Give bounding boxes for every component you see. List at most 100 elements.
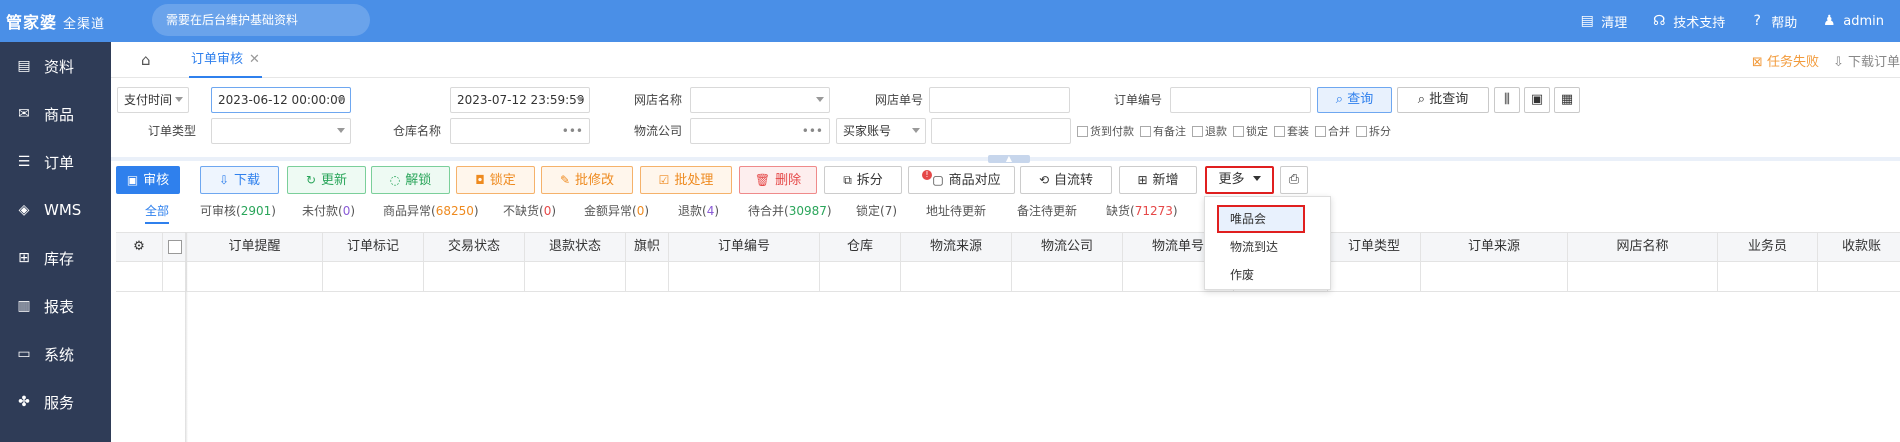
status-tab-address-update[interactable]: 地址待更新 <box>926 202 986 219</box>
column-order-no[interactable]: 订单编号 <box>669 233 820 261</box>
sidebar-item-service[interactable]: ✤ 服务 <box>0 378 111 426</box>
column-logistics-company[interactable]: 物流公司 <box>1012 233 1123 261</box>
notice-banner[interactable]: 需要在后台维护基础资料 <box>152 4 370 36</box>
auto-flow-button[interactable]: ⟲ 自流转 <box>1020 166 1112 194</box>
status-tab-refund[interactable]: 退款(4) <box>678 202 719 219</box>
column-salesperson[interactable]: 业务员 <box>1718 233 1818 261</box>
status-tab-all[interactable]: 全部 <box>145 202 170 224</box>
user-menu[interactable]: ♟ admin <box>1821 13 1884 29</box>
sidebar-item-label: 系统 <box>44 345 75 364</box>
sidebar-item-reports[interactable]: ▥ 报表 <box>0 282 111 330</box>
split-button[interactable]: ⧉ 拆分 <box>824 166 902 194</box>
status-tab-locked[interactable]: 锁定(7) <box>856 202 897 219</box>
delete-button[interactable]: 🗑 删除 <box>739 166 817 194</box>
menu-item-logistics-arrival[interactable]: 物流到达 <box>1205 233 1330 261</box>
batch-icon: ☑ <box>658 173 670 187</box>
unlock-button[interactable]: ◌ 解锁 <box>371 166 450 194</box>
column-order-mark[interactable]: 订单标记 <box>323 233 424 261</box>
update-button[interactable]: ↻ 更新 <box>287 166 366 194</box>
more-dropdown-button[interactable]: 更多 <box>1205 166 1274 194</box>
collapse-filter-handle[interactable]: ▲ <box>988 155 1030 163</box>
status-tab-product-exception[interactable]: 商品异常(68250) <box>383 202 479 219</box>
sidebar-item-system[interactable]: ▭ 系统 <box>0 330 111 378</box>
status-tab-pending-merge[interactable]: 待合并(30987) <box>748 202 832 219</box>
order-type-select[interactable] <box>211 118 351 144</box>
help-action[interactable]: ? 帮助 <box>1749 12 1798 31</box>
filter-panel: 支付时间 2023-06-12 00:00:00 至 2023-07-12 23… <box>111 78 1900 158</box>
select-all-checkbox[interactable] <box>167 240 182 254</box>
task-fail-link[interactable]: ⊠ 任务失败 <box>1752 51 1819 70</box>
table-settings-cell[interactable]: ⚙ <box>116 233 163 261</box>
select-all-cell[interactable] <box>163 233 187 261</box>
tab-label: 订单审核 <box>191 52 244 67</box>
column-settings-button[interactable]: ⫼ <box>1494 87 1520 113</box>
column-warehouse[interactable]: 仓库 <box>820 233 901 261</box>
shop-name-select[interactable] <box>690 87 830 113</box>
menu-item-void[interactable]: 作废 <box>1205 261 1330 289</box>
buyer-account-select[interactable]: 买家账号 <box>836 118 926 144</box>
batch-process-button[interactable]: ☑ 批处理 <box>640 166 732 194</box>
logistics-company-select[interactable]: ••• <box>690 118 830 144</box>
shop-order-input[interactable] <box>929 87 1070 113</box>
home-icon[interactable]: ⌂ <box>141 51 151 69</box>
tech-support-action[interactable]: ☊ 技术支持 <box>1651 12 1725 31</box>
status-tab-auditable[interactable]: 可审核(2901) <box>200 202 276 219</box>
checkbox-split[interactable]: 拆分 <box>1356 123 1391 139</box>
clean-action[interactable]: ▤ 清理 <box>1579 12 1628 31</box>
sidebar-item-products[interactable]: ✉ 商品 <box>0 90 111 138</box>
query-button[interactable]: ⌕ 查询 <box>1317 87 1392 113</box>
buyer-account-input[interactable] <box>931 118 1071 144</box>
pay-time-select[interactable]: 支付时间 <box>117 87 189 113</box>
column-order-source[interactable]: 订单来源 <box>1421 233 1568 261</box>
chevron-up-icon: ▲ <box>1005 154 1013 163</box>
column-trade-status[interactable]: 交易状态 <box>424 233 525 261</box>
close-icon[interactable]: ✕ <box>249 52 260 67</box>
status-tab-in-stock[interactable]: 不缺货(0) <box>503 202 556 219</box>
product-match-button[interactable]: ! ▢ 商品对应 <box>908 166 1015 194</box>
status-tab-unpaid[interactable]: 未付款(0) <box>302 202 355 219</box>
checkbox-locked[interactable]: 锁定 <box>1233 123 1268 139</box>
column-refund-status[interactable]: 退款状态 <box>525 233 626 261</box>
order-no-input[interactable] <box>1170 87 1311 113</box>
column-flag[interactable]: 旗帜 <box>626 233 669 261</box>
sidebar-item-label: 报表 <box>44 297 75 316</box>
add-button[interactable]: ⊞ 新增 <box>1119 166 1197 194</box>
tab-order-audit[interactable]: 订单审核 ✕ <box>189 42 262 78</box>
app-logo[interactable]: 管家婆 全渠道 <box>6 9 105 33</box>
columns-icon: ⫼ <box>1504 92 1510 107</box>
edit-icon: ✎ <box>559 173 571 187</box>
chevron-down-icon <box>816 97 824 102</box>
logistics-company-label: 物流公司 <box>634 124 683 138</box>
batch-edit-button[interactable]: ✎ 批修改 <box>541 166 633 194</box>
batch-query-button[interactable]: ⌕ 批查询 <box>1397 87 1489 113</box>
sidebar-item-inventory[interactable]: ⊞ 库存 <box>0 234 111 282</box>
column-payment-account[interactable]: 收款账 <box>1818 233 1900 261</box>
checkbox-has-note[interactable]: 有备注 <box>1140 123 1186 139</box>
warning-icon: ⊠ <box>1751 54 1767 70</box>
sidebar-item-data[interactable]: ▤ 资料 <box>0 42 111 90</box>
status-tab-out-of-stock[interactable]: 缺货(71273) <box>1106 202 1178 219</box>
export-button[interactable]: ▣ <box>1524 87 1550 113</box>
checkbox-merge[interactable]: 合并 <box>1315 123 1350 139</box>
checkbox-cod[interactable]: 货到付款 <box>1077 123 1134 139</box>
checkbox-refund[interactable]: 退款 <box>1192 123 1227 139</box>
end-time-input[interactable]: 2023-07-12 23:59:59 <box>450 87 590 113</box>
column-logistics-source[interactable]: 物流来源 <box>901 233 1012 261</box>
start-time-input[interactable]: 2023-06-12 00:00:00 <box>211 87 351 113</box>
sidebar-item-orders[interactable]: ☰ 订单 <box>0 138 111 186</box>
sidebar-item-wms[interactable]: ◈ WMS <box>0 186 111 234</box>
menu-item-vipshop[interactable]: 唯品会 <box>1217 205 1305 233</box>
status-tab-note-update[interactable]: 备注待更新 <box>1017 202 1077 219</box>
checkbox-bundle[interactable]: 套装 <box>1274 123 1309 139</box>
column-shop-name[interactable]: 网店名称 <box>1568 233 1718 261</box>
save-filter-button[interactable]: ▦ <box>1554 87 1580 113</box>
status-tab-amount-exception[interactable]: 金额异常(0) <box>584 202 649 219</box>
audit-button[interactable]: ▣ 审核 <box>116 166 180 194</box>
lock-button[interactable]: ◘ 锁定 <box>456 166 535 194</box>
warehouse-select[interactable]: ••• <box>450 118 590 144</box>
download-orders-link[interactable]: ⇩ 下载订单 <box>1833 51 1900 70</box>
download-button[interactable]: ⇩ 下载 <box>200 166 279 194</box>
column-order-reminder[interactable]: 订单提醒 <box>187 233 323 261</box>
print-button[interactable]: ⎙ <box>1280 166 1308 194</box>
column-order-type[interactable]: 订单类型 <box>1328 233 1421 261</box>
